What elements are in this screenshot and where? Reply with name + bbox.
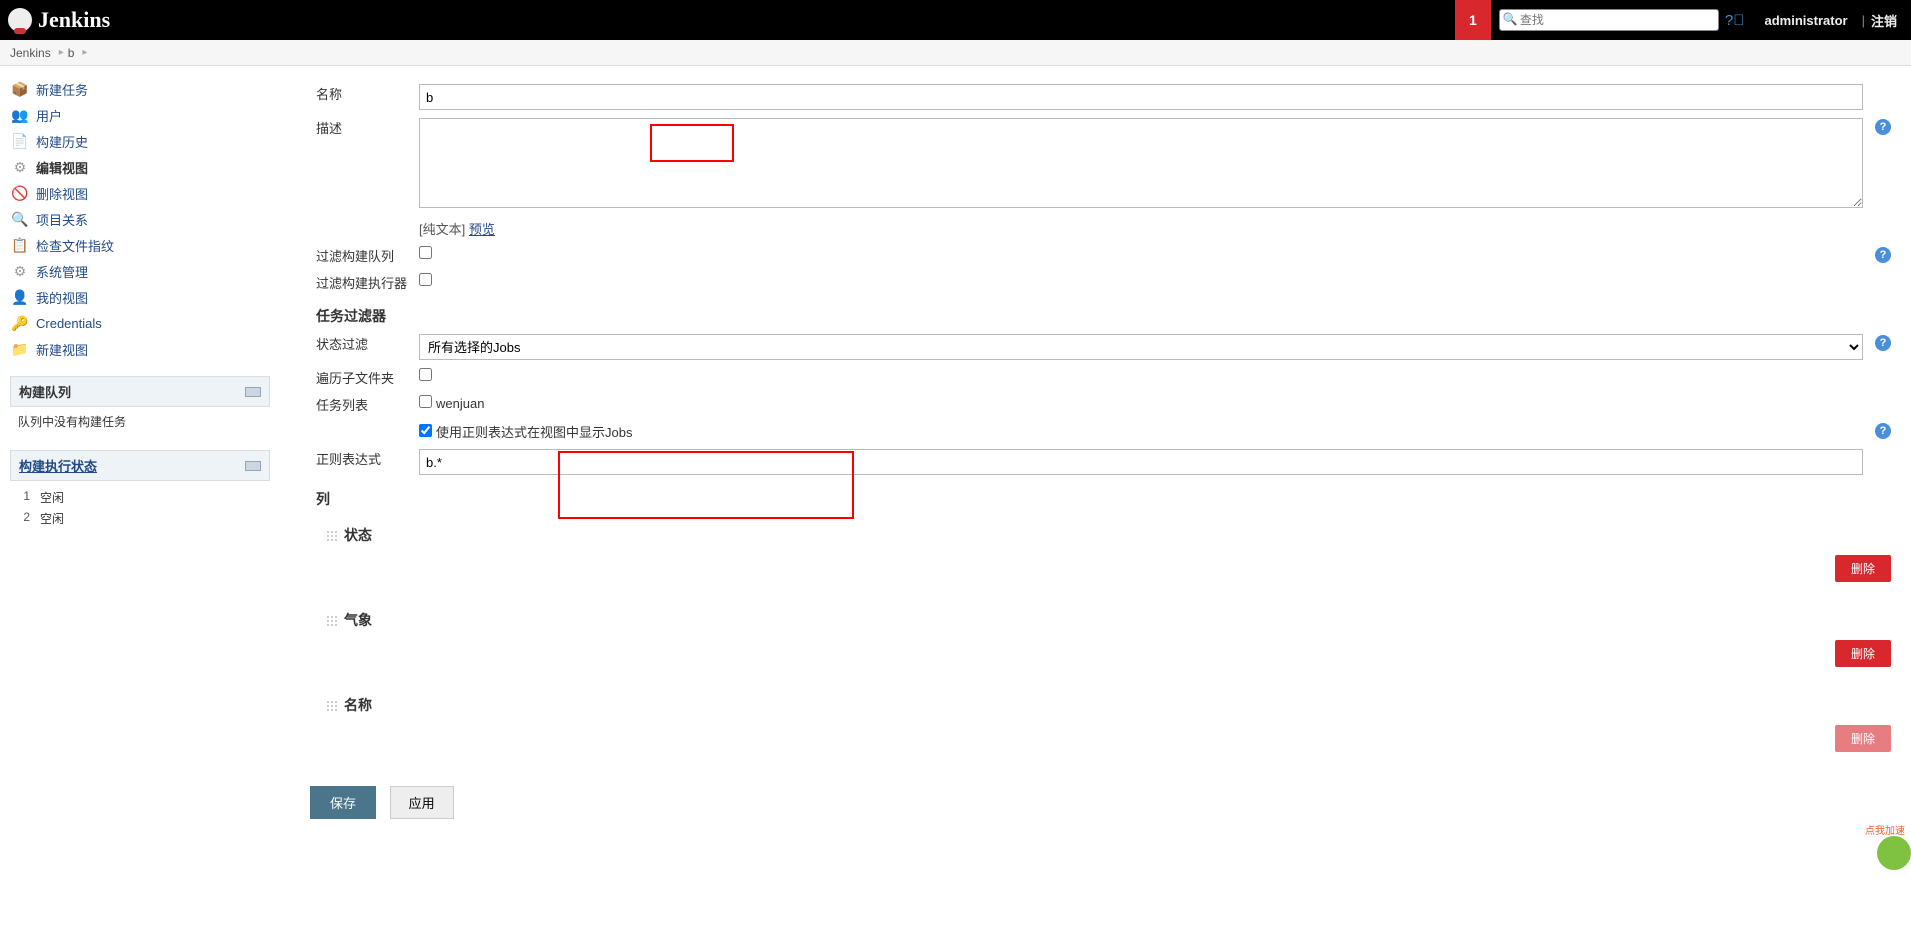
preview-link[interactable]: 预览 xyxy=(469,222,495,237)
filter-executors-checkbox[interactable] xyxy=(419,273,432,286)
use-regex-checkbox[interactable] xyxy=(419,424,432,437)
drag-handle-icon[interactable] xyxy=(326,530,338,542)
sidebar-item-new-view[interactable]: 📁新建视图 xyxy=(10,336,280,362)
search-icon: 🔍 xyxy=(10,209,30,229)
status-filter-select[interactable]: 所有选择的Jobs xyxy=(419,334,1863,360)
help-icon[interactable]: ? xyxy=(1875,247,1891,263)
save-button[interactable]: 保存 xyxy=(310,786,376,819)
breadcrumb-current[interactable]: b xyxy=(68,46,75,60)
filter-queue-checkbox[interactable] xyxy=(419,246,432,259)
executor-body: 1空闲 2空闲 xyxy=(10,481,270,535)
column-item-weather: 气象 xyxy=(316,602,1891,634)
build-queue-header: 构建队列 xyxy=(10,376,270,407)
column-item-name: 名称 xyxy=(316,687,1891,719)
accelerator-badge-icon[interactable] xyxy=(1877,836,1911,870)
notification-badge[interactable]: 1 xyxy=(1455,0,1491,40)
delete-icon: 🚫 xyxy=(10,183,30,203)
drag-handle-icon[interactable] xyxy=(326,615,338,627)
delete-button[interactable]: 删除 xyxy=(1835,640,1891,667)
gear-icon: ⚙ xyxy=(10,261,30,281)
description-label: 描述 xyxy=(310,114,413,215)
folder-icon: 📁 xyxy=(10,339,30,359)
breadcrumb-root[interactable]: Jenkins xyxy=(10,46,51,60)
drag-handle-icon[interactable] xyxy=(326,700,338,712)
name-label: 名称 xyxy=(310,80,413,114)
description-textarea[interactable] xyxy=(419,118,1863,208)
top-header: Jenkins 1 🔍 ?⃝ administrator | 注销 xyxy=(0,0,1911,40)
sidebar-item-my-views[interactable]: 👤我的视图 xyxy=(10,284,280,310)
new-icon: 📦 xyxy=(10,79,30,99)
user-icon: 👤 xyxy=(10,287,30,307)
executor-row: 1空闲 xyxy=(18,487,262,508)
sidebar-item-edit-view[interactable]: ⚙编辑视图 xyxy=(10,154,280,180)
help-icon[interactable]: ?⃝ xyxy=(1725,12,1745,29)
jobfilter-section-header: 任务过滤器 xyxy=(310,296,1897,330)
build-queue-pane: 构建队列 队列中没有构建任务 xyxy=(10,376,270,436)
build-queue-title: 构建队列 xyxy=(19,382,71,401)
logout-link[interactable]: 注销 xyxy=(1871,11,1897,30)
search-icon: 🔍 xyxy=(1503,12,1517,26)
name-input[interactable] xyxy=(419,84,1863,110)
sidebar-item-delete-view[interactable]: 🚫删除视图 xyxy=(10,180,280,206)
columns-section-header: 列 xyxy=(310,479,1897,513)
chevron-right-icon: ▸ xyxy=(59,47,64,58)
fingerprint-icon: 📋 xyxy=(10,235,30,255)
gear-icon: ⚙ xyxy=(10,157,30,177)
user-link[interactable]: administrator xyxy=(1765,13,1848,28)
jenkins-head-icon xyxy=(8,8,32,32)
key-icon: 🔑 xyxy=(10,313,30,333)
sidebar-item-manage[interactable]: ⚙系统管理 xyxy=(10,258,280,284)
collapse-icon[interactable] xyxy=(245,461,261,471)
sidebar-item-relationship[interactable]: 🔍项目关系 xyxy=(10,206,280,232)
filter-queue-label: 过滤构建队列 xyxy=(310,242,413,269)
main-panel: 名称 描述 ? [纯文本] 预览 过滤构建队列 ? 过滤构建执行器 xyxy=(280,66,1911,949)
chevron-right-icon: ▸ xyxy=(82,47,87,58)
breadcrumb: Jenkins ▸ b ▸ xyxy=(0,40,1911,66)
build-queue-body: 队列中没有构建任务 xyxy=(10,407,270,436)
jenkins-logo[interactable]: Jenkins xyxy=(8,7,110,33)
bottom-button-bar: 保存 应用 xyxy=(310,776,1897,829)
history-icon: 📄 xyxy=(10,131,30,151)
help-icon[interactable]: ? xyxy=(1875,335,1891,351)
executor-title[interactable]: 构建执行状态 xyxy=(19,456,97,475)
sidebar-tasks: 📦新建任务 👥用户 📄构建历史 ⚙编辑视图 🚫删除视图 🔍项目关系 📋检查文件指… xyxy=(10,76,280,362)
delete-button[interactable]: 删除 xyxy=(1835,725,1891,752)
help-icon[interactable]: ? xyxy=(1875,119,1891,135)
brand-text: Jenkins xyxy=(38,7,110,33)
config-form: 名称 描述 ? [纯文本] 预览 过滤构建队列 ? 过滤构建执行器 xyxy=(310,80,1897,776)
status-filter-label: 状态过滤 xyxy=(310,330,413,364)
sidebar-item-fingerprint[interactable]: 📋检查文件指纹 xyxy=(10,232,280,258)
apply-button[interactable]: 应用 xyxy=(390,786,454,819)
sidebar-item-build-history[interactable]: 📄构建历史 xyxy=(10,128,280,154)
description-format-hint: [纯文本] 预览 xyxy=(413,215,1869,242)
help-icon[interactable]: ? xyxy=(1875,423,1891,439)
recurse-checkbox[interactable] xyxy=(419,368,432,381)
search-input[interactable] xyxy=(1499,9,1719,31)
sidebar-item-users[interactable]: 👥用户 xyxy=(10,102,280,128)
executor-pane: 构建执行状态 1空闲 2空闲 xyxy=(10,450,270,535)
filter-executors-label: 过滤构建执行器 xyxy=(310,269,413,296)
collapse-icon[interactable] xyxy=(245,387,261,397)
sidebar-item-credentials[interactable]: 🔑Credentials xyxy=(10,310,280,336)
jobs-label: 任务列表 xyxy=(310,391,413,418)
regex-input[interactable] xyxy=(419,449,1863,475)
user-icon: 👥 xyxy=(10,105,30,125)
recurse-label: 遍历子文件夹 xyxy=(310,364,413,391)
executor-row: 2空闲 xyxy=(18,508,262,529)
executor-header: 构建执行状态 xyxy=(10,450,270,481)
sidebar-item-new-job[interactable]: 📦新建任务 xyxy=(10,76,280,102)
column-item-status: 状态 xyxy=(316,517,1891,549)
delete-button[interactable]: 删除 xyxy=(1835,555,1891,582)
use-regex-label: 使用正则表达式在视图中显示Jobs xyxy=(436,425,632,440)
side-panel: 📦新建任务 👥用户 📄构建历史 ⚙编辑视图 🚫删除视图 🔍项目关系 📋检查文件指… xyxy=(0,66,280,949)
regex-label: 正则表达式 xyxy=(310,445,413,479)
job-label-wenjuan: wenjuan xyxy=(436,396,484,411)
search-box: 🔍 xyxy=(1499,9,1719,31)
separator: | xyxy=(1862,13,1865,28)
job-checkbox-wenjuan[interactable] xyxy=(419,395,432,408)
